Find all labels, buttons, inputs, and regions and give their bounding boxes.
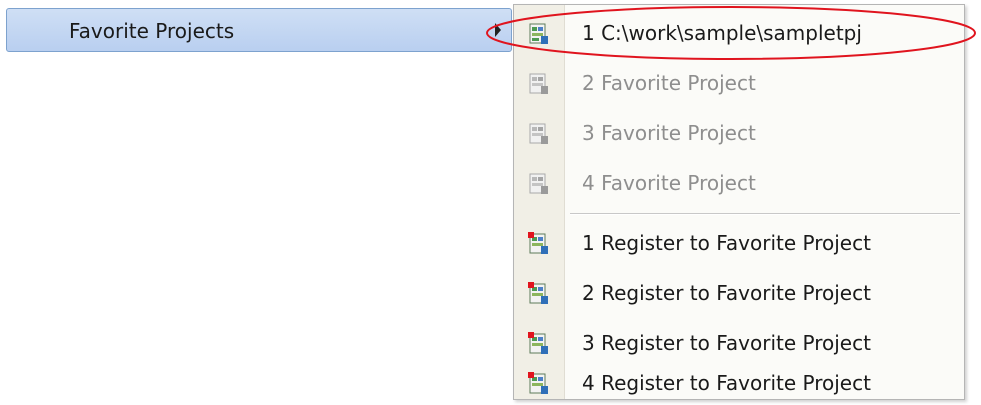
menu-item-favorite-1[interactable]: 1 C:\work\sample\sampletpj: [514, 9, 964, 57]
project-file-disabled-icon: [529, 123, 548, 144]
menu-item-favorite-3[interactable]: 3 Favorite Project: [514, 109, 964, 157]
menu-separator: [570, 213, 960, 215]
menu-item-register-2[interactable]: 2 Register to Favorite Project: [514, 269, 964, 317]
favorite-projects-submenu: 1 C:\work\sample\sampletpj 2 Favorite Pr…: [513, 4, 965, 400]
screenshot-stage: Favorite Projects 1 C:\work\sample\sampl…: [0, 0, 981, 405]
menu-item-register-4[interactable]: 4 Register to Favorite Project: [514, 359, 964, 405]
menu-item-label: 4 Favorite Project: [582, 171, 756, 195]
menu-item-label: 2 Favorite Project: [582, 71, 756, 95]
submenu-arrow-icon: [495, 23, 501, 37]
register-project-icon: [528, 282, 548, 304]
register-project-icon: [528, 372, 548, 394]
menu-item-label: 3 Favorite Project: [582, 121, 756, 145]
menu-item-label: 2 Register to Favorite Project: [582, 281, 871, 305]
project-file-disabled-icon: [529, 173, 548, 194]
menu-item-label: Favorite Projects: [69, 19, 235, 43]
menu-item-favorite-projects[interactable]: Favorite Projects: [6, 8, 512, 52]
project-file-disabled-icon: [529, 73, 548, 94]
menu-item-favorite-4[interactable]: 4 Favorite Project: [514, 159, 964, 207]
menu-item-label: 1 Register to Favorite Project: [582, 231, 871, 255]
menu-item-label: 3 Register to Favorite Project: [582, 331, 871, 355]
menu-item-label: 1 C:\work\sample\sampletpj: [582, 21, 862, 45]
menu-item-label: 4 Register to Favorite Project: [582, 371, 871, 395]
menu-item-register-1[interactable]: 1 Register to Favorite Project: [514, 219, 964, 267]
register-project-icon: [528, 232, 548, 254]
register-project-icon: [528, 332, 548, 354]
project-file-icon: [529, 23, 548, 44]
menu-item-favorite-2[interactable]: 2 Favorite Project: [514, 59, 964, 107]
